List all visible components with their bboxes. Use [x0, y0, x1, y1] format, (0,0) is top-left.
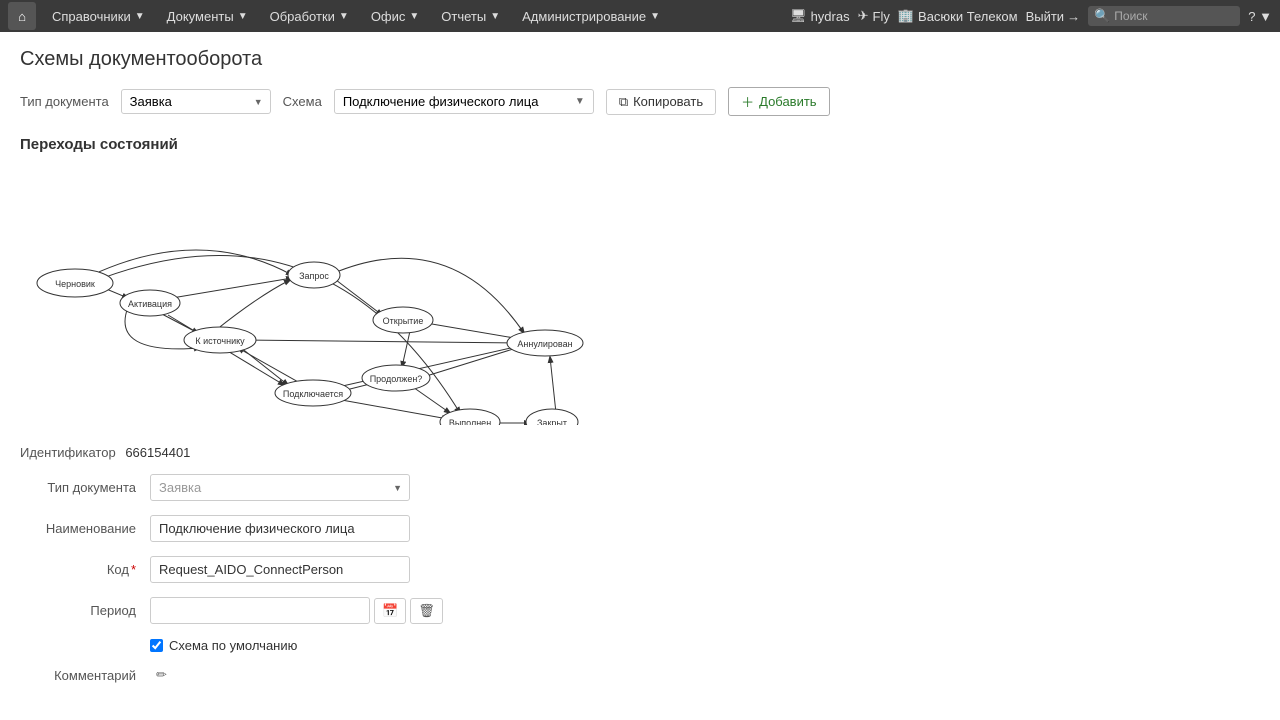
chevron-down-icon: ▼	[135, 11, 145, 22]
schema-label: Схема	[283, 94, 322, 109]
nav-label-references: Справочники	[52, 9, 131, 24]
name-row: Наименование	[20, 515, 1260, 542]
plus-icon: ＋	[741, 92, 754, 111]
id-value: 666154401	[125, 445, 190, 460]
default-schema-label[interactable]: Схема по умолчанию	[169, 638, 297, 653]
state-graph: Черновик Активация Запрос Открытие К ист…	[20, 165, 640, 425]
nav-item-reports[interactable]: Отчеты ▼	[431, 0, 510, 32]
hydras-user[interactable]: 🖥 hydras	[790, 8, 850, 24]
svg-text:Черновик: Черновик	[55, 279, 95, 289]
chevron-down-icon: ▼	[490, 11, 500, 22]
clear-period-button[interactable]: 🗑	[410, 598, 443, 624]
default-schema-checkbox[interactable]	[150, 639, 163, 652]
add-button[interactable]: ＋ Добавить	[728, 87, 829, 116]
home-icon: ⌂	[18, 9, 26, 24]
help-label: ?	[1248, 9, 1255, 24]
doc-type-form-select-wrap: Заявка	[150, 474, 410, 501]
search-input[interactable]	[1114, 9, 1234, 23]
doc-type-form-label: Тип документа	[20, 480, 150, 495]
name-label: Наименование	[20, 521, 150, 536]
logout-button[interactable]: Выйти →	[1026, 9, 1081, 24]
top-navigation: ⌂ Справочники ▼ Документы ▼ Обработки ▼ …	[0, 0, 1280, 32]
nav-label-documents: Документы	[167, 9, 234, 24]
calendar-button[interactable]: 📅	[374, 598, 406, 624]
period-label: Период	[20, 603, 150, 618]
code-input[interactable]	[150, 556, 410, 583]
company-icon: 🏢	[898, 8, 914, 24]
edit-icon[interactable]: ✏	[156, 667, 167, 683]
code-row: Код	[20, 556, 1260, 583]
nav-item-office[interactable]: Офис ▼	[361, 0, 429, 32]
doc-type-select[interactable]: Заявка	[121, 89, 271, 114]
page-title: Схемы документооборота	[20, 48, 1260, 71]
svg-text:Продолжен?: Продолжен?	[370, 374, 423, 384]
nav-label-office: Офис	[371, 9, 406, 24]
id-label: Идентификатор	[20, 445, 116, 460]
nav-right-section: 🖥 hydras ✈ Fly 🏢 Васюки Телеком Выйти → …	[790, 6, 1272, 26]
svg-text:Активация: Активация	[128, 299, 172, 309]
comment-label: Комментарий	[20, 668, 150, 683]
chevron-down-icon: ▼	[238, 11, 248, 22]
nav-label-processing: Обработки	[270, 9, 335, 24]
name-input[interactable]	[150, 515, 410, 542]
schema-select-button[interactable]: Подключение физического лица ▼	[334, 89, 594, 114]
chevron-down-icon: ▼	[650, 11, 660, 22]
svg-text:Выполнен: Выполнен	[449, 418, 491, 425]
doc-type-row: Тип документа Заявка	[20, 474, 1260, 501]
graph-svg: Черновик Активация Запрос Открытие К ист…	[20, 165, 640, 425]
svg-text:Подключается: Подключается	[283, 389, 343, 399]
company-user[interactable]: 🏢 Васюки Телеком	[898, 8, 1018, 24]
nav-item-documents[interactable]: Документы ▼	[157, 0, 258, 32]
nav-label-admin: Администрирование	[522, 9, 646, 24]
search-box[interactable]: 🔍	[1088, 6, 1240, 26]
chevron-down-icon: ▼	[339, 11, 349, 22]
chevron-down-icon: ▼	[409, 11, 419, 22]
fly-icon: ✈	[858, 8, 869, 24]
help-button[interactable]: ? ▼	[1248, 9, 1272, 24]
doc-type-select-wrap: Заявка	[121, 89, 271, 114]
hydras-label: hydras	[811, 9, 850, 24]
toolbar: Тип документа Заявка Схема Подключение ф…	[20, 87, 1260, 116]
add-label: Добавить	[759, 94, 816, 109]
doc-type-label: Тип документа	[20, 94, 109, 109]
nav-label-reports: Отчеты	[441, 9, 486, 24]
schema-select-wrap: Подключение физического лица ▼	[334, 89, 594, 114]
svg-text:Аннулирован: Аннулирован	[517, 339, 572, 349]
svg-text:Открытие: Открытие	[383, 316, 424, 326]
company-label: Васюки Телеком	[918, 9, 1018, 24]
schema-value: Подключение физического лица	[343, 94, 539, 109]
calendar-icon: 📅	[382, 603, 398, 618]
id-row: Идентификатор 666154401	[20, 445, 1260, 460]
chevron-down-icon: ▼	[575, 96, 585, 107]
logout-icon: →	[1067, 9, 1080, 24]
nav-item-references[interactable]: Справочники ▼	[42, 0, 155, 32]
comment-row: Комментарий ✏	[20, 667, 1260, 683]
graph-section-title: Переходы состояний	[20, 136, 1260, 153]
chevron-down-icon: ▼	[1259, 9, 1272, 24]
svg-text:Закрыт: Закрыт	[537, 418, 567, 425]
copy-label: Копировать	[633, 94, 703, 109]
copy-icon: ⧉	[619, 94, 628, 110]
period-row: Период 📅 🗑	[20, 597, 1260, 624]
monitor-icon: 🖥	[790, 8, 807, 24]
code-label: Код	[20, 562, 150, 577]
trash-icon: 🗑	[418, 603, 435, 618]
nav-item-processing[interactable]: Обработки ▼	[260, 0, 359, 32]
doc-type-form-select[interactable]: Заявка	[150, 474, 410, 501]
page-content: Схемы документооборота Тип документа Зая…	[0, 32, 1280, 713]
default-schema-row: Схема по умолчанию	[150, 638, 1260, 653]
form-section: Идентификатор 666154401 Тип документа За…	[20, 445, 1260, 683]
period-input[interactable]	[150, 597, 370, 624]
nav-item-admin[interactable]: Администрирование ▼	[512, 0, 670, 32]
svg-text:Запрос: Запрос	[299, 271, 329, 281]
search-icon: 🔍	[1094, 8, 1110, 24]
copy-button[interactable]: ⧉ Копировать	[606, 89, 716, 115]
fly-label: Fly	[873, 9, 890, 24]
logout-label: Выйти	[1026, 9, 1065, 24]
svg-text:К источнику: К источнику	[195, 336, 245, 346]
fly-user[interactable]: ✈ Fly	[858, 8, 890, 24]
period-controls: 📅 🗑	[150, 597, 443, 624]
home-button[interactable]: ⌂	[8, 2, 36, 30]
